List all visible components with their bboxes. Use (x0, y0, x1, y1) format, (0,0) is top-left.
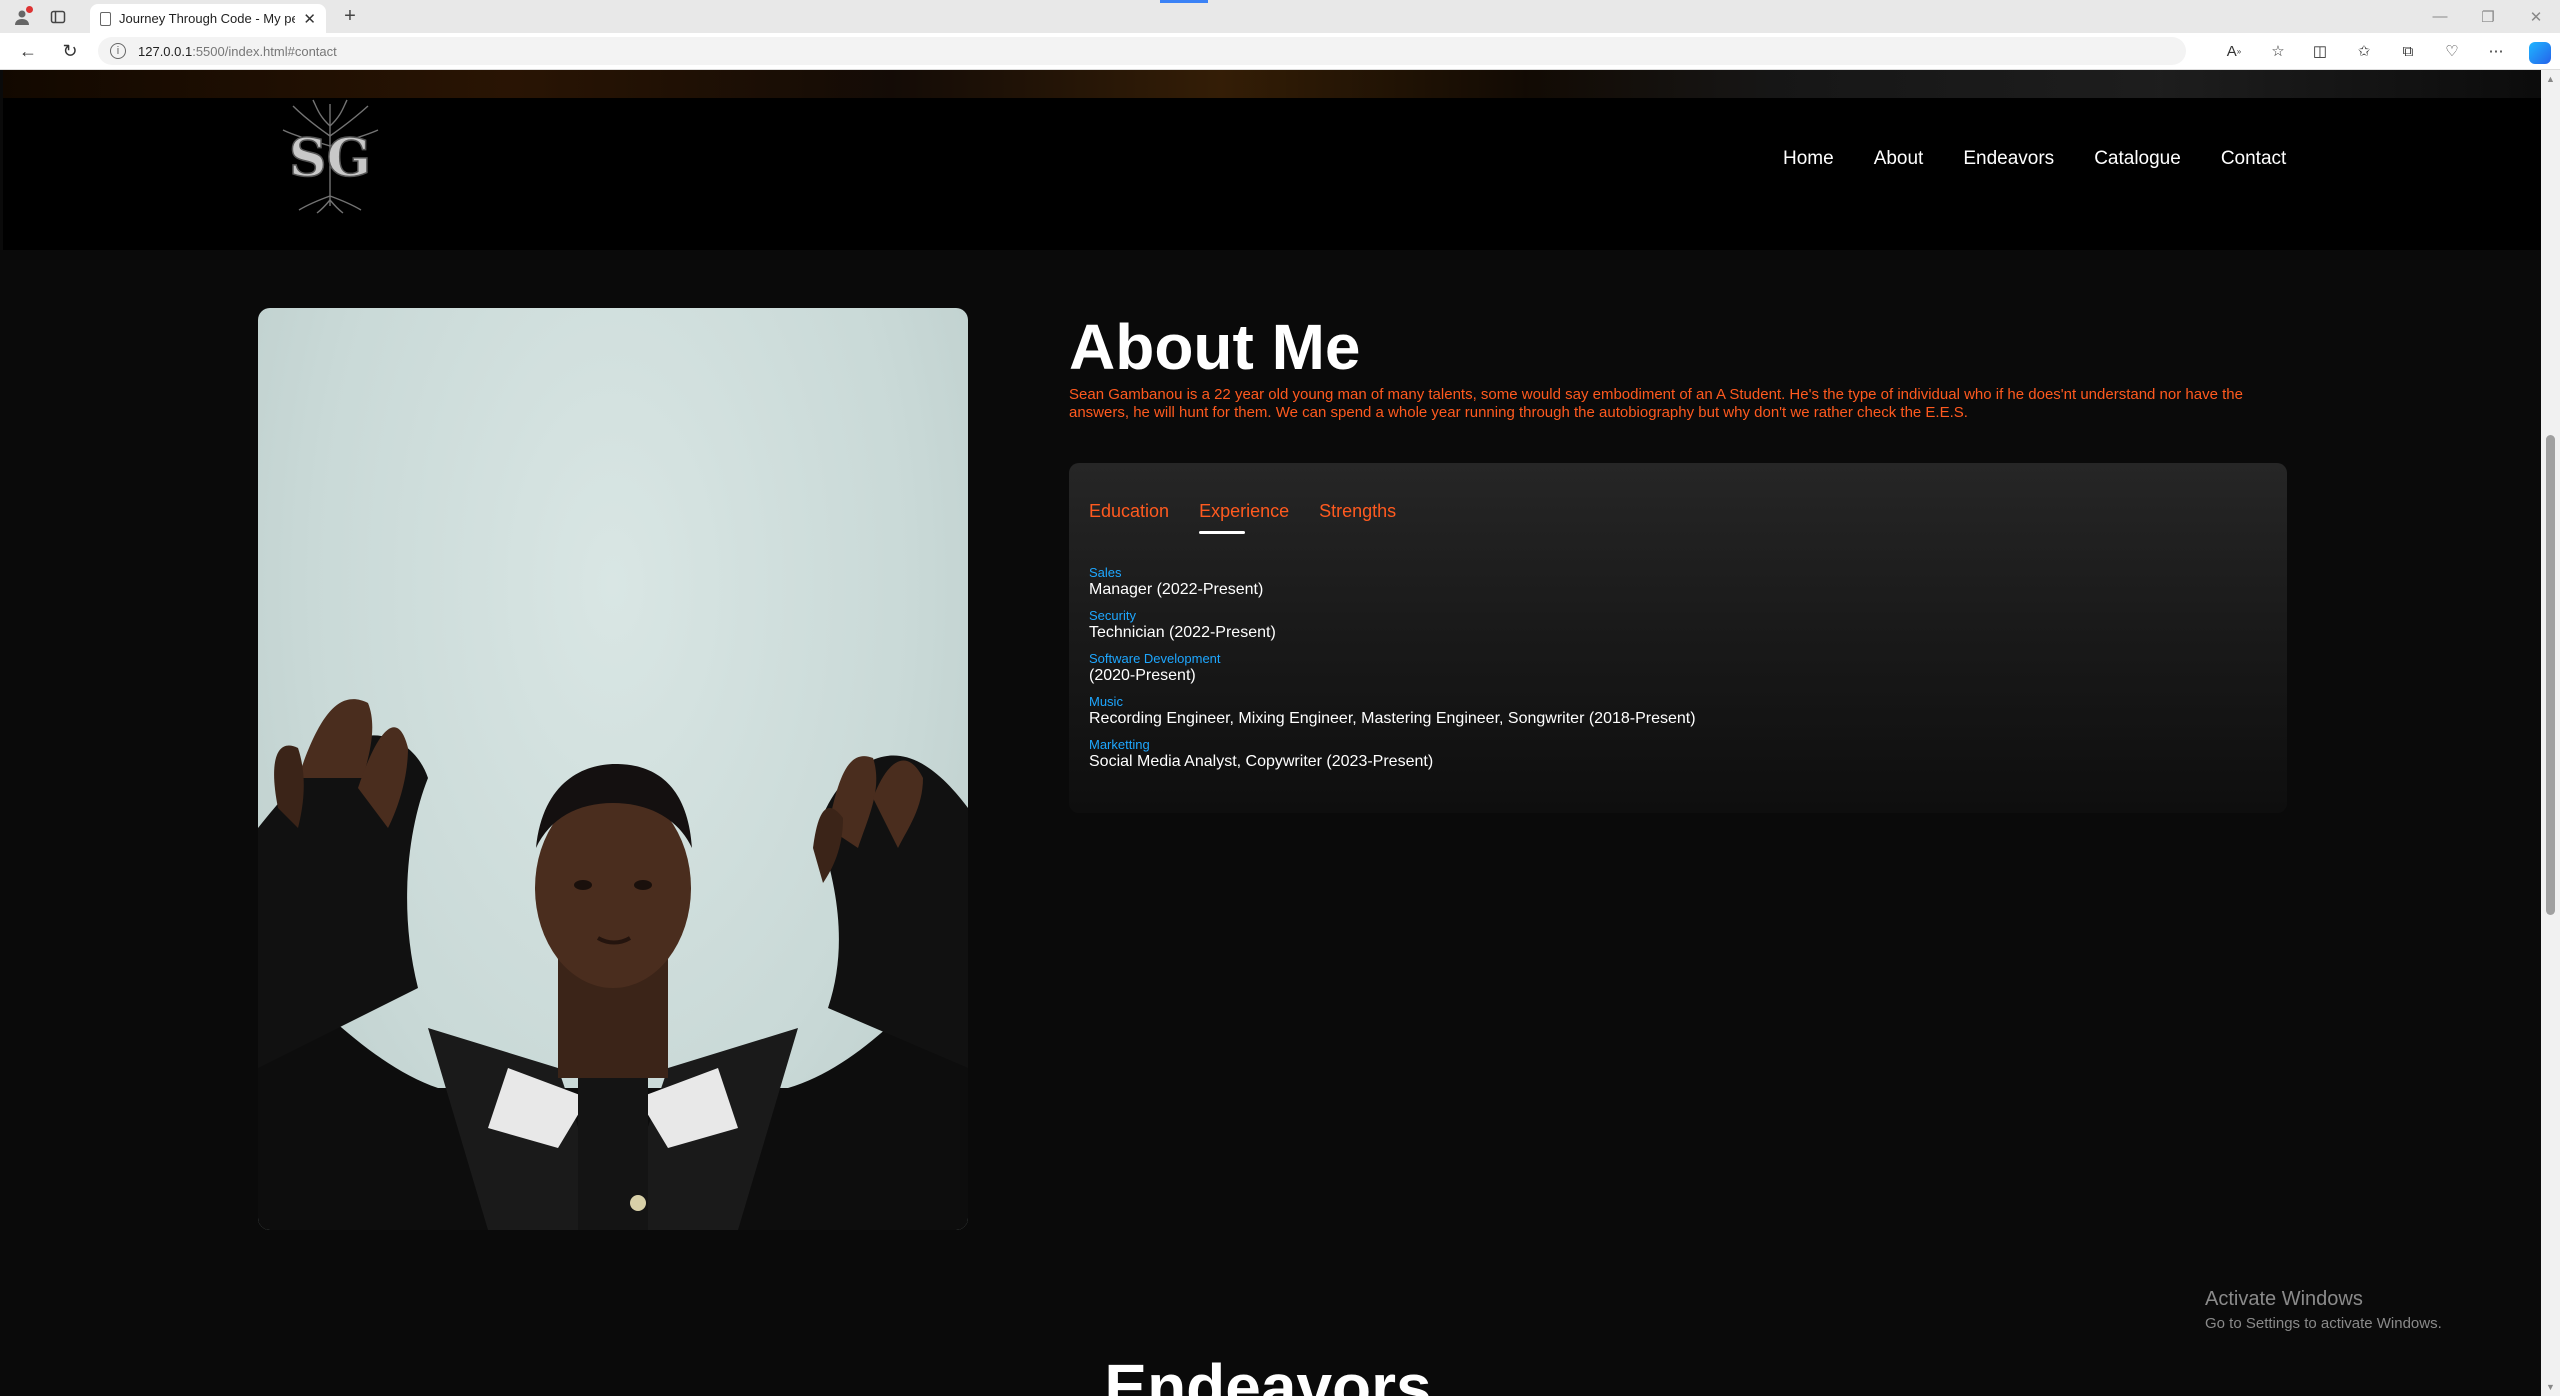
about-tab-links: Education Experience Strengths (1089, 501, 1396, 534)
url-host: 127.0.0.1 (138, 43, 193, 59)
reload-icon[interactable]: ↻ (56, 37, 84, 65)
close-window-icon[interactable]: ✕ (2512, 0, 2560, 33)
about-tabs-card: Education Experience Strengths Sales Man… (1069, 463, 2287, 813)
main-nav: Home About Endeavors Catalogue Contact (1783, 148, 2286, 170)
list-item: Marketting Social Media Analyst, Copywri… (1089, 737, 1696, 771)
scroll-up-arrow-icon[interactable]: ▲ (2546, 74, 2555, 84)
list-item: Sales Manager (2022-Present) (1089, 565, 1696, 599)
experience-detail: Social Media Analyst, Copywriter (2023-P… (1089, 753, 1434, 770)
tab-strengths[interactable]: Strengths (1319, 501, 1396, 534)
browser-essentials-icon[interactable]: ♡ (2440, 37, 2464, 65)
tab-education[interactable]: Education (1089, 501, 1169, 534)
nav-about[interactable]: About (1874, 148, 1924, 170)
experience-category: Sales (1089, 565, 1122, 580)
scroll-down-arrow-icon[interactable]: ▼ (2546, 1382, 2555, 1392)
tab-title: Journey Through Code - My per (119, 11, 296, 26)
favorites-icon[interactable]: ✩ (2352, 37, 2376, 65)
windows-activation-watermark: Activate Windows Go to Settings to activ… (2205, 1288, 2442, 1332)
browser-tab-bar: Journey Through Code - My per ✕ + — ❐ ✕ (0, 0, 2560, 33)
window-controls: — ❐ ✕ (2416, 0, 2560, 33)
browser-tab-active[interactable]: Journey Through Code - My per ✕ (90, 4, 326, 33)
restore-icon[interactable]: ❐ (2464, 0, 2512, 33)
watermark-title: Activate Windows (2205, 1288, 2363, 1310)
experience-detail: Technician (2022-Present) (1089, 624, 1276, 641)
page-viewport: SG Home About Endeavors Catalogue Contac… (3, 70, 2541, 1396)
browser-toolbar: ◫ ✩ ⧉ ♡ ⋯ (2308, 37, 2552, 65)
url-text: 127.0.0.1:5500/index.html#contact (138, 44, 337, 59)
experience-category: Marketting (1089, 737, 1150, 752)
split-screen-icon[interactable]: ◫ (2308, 37, 2332, 65)
nav-catalogue[interactable]: Catalogue (2094, 148, 2181, 170)
tab-drag-indicator (1160, 0, 1208, 3)
collections-icon[interactable]: ⧉ (2396, 37, 2420, 65)
profile-photo (258, 308, 968, 1230)
minimize-icon[interactable]: — (2416, 0, 2464, 33)
nav-home[interactable]: Home (1783, 148, 1834, 170)
profile-icon[interactable] (10, 5, 34, 29)
favorite-star-icon[interactable]: ☆ (2266, 37, 2290, 65)
nav-contact[interactable]: Contact (2221, 148, 2286, 170)
logo-letters: SG (289, 128, 371, 189)
list-item: Music Recording Engineer, Mixing Enginee… (1089, 694, 1696, 728)
experience-detail: Manager (2022-Present) (1089, 581, 1264, 598)
experience-list: Sales Manager (2022-Present) Security Te… (1089, 565, 1696, 780)
experience-detail: (2020-Present) (1089, 667, 1196, 684)
about-description: Sean Gambanou is a 22 year old young man… (1069, 386, 2243, 421)
watermark-subtitle: Go to Settings to activate Windows. (2205, 1315, 2442, 1332)
page-scrollbar[interactable]: ▲ ▼ (2541, 70, 2560, 1396)
more-menu-icon[interactable]: ⋯ (2484, 37, 2508, 65)
scrollbar-thumb[interactable] (2546, 435, 2555, 915)
header-background-image (3, 70, 2541, 98)
list-item: Security Technician (2022-Present) (1089, 608, 1696, 642)
experience-category: Security (1089, 608, 1136, 623)
endeavors-title-text: Endeavors (1104, 1351, 1432, 1396)
experience-category: Software Development (1089, 651, 1221, 666)
read-aloud-icon[interactable]: A» (2222, 37, 2246, 65)
list-item: Software Development (2020-Present) (1089, 651, 1696, 685)
back-icon[interactable]: ← (14, 37, 42, 65)
site-info-icon[interactable]: i (110, 43, 126, 59)
about-title: About Me (1069, 311, 1361, 383)
nav-endeavors[interactable]: Endeavors (1963, 148, 2054, 170)
url-path: :5500/index.html#contact (192, 43, 337, 59)
url-actions: A» ☆ (2222, 37, 2290, 65)
endeavors-heading: Endeavors (3, 1350, 2541, 1396)
page-icon (100, 11, 111, 26)
sg-logo[interactable]: SG (273, 96, 388, 214)
tab-experience[interactable]: Experience (1199, 501, 1289, 534)
browser-address-bar: ← ↻ i 127.0.0.1:5500/index.html#contact … (0, 33, 2560, 70)
site-header: SG Home About Endeavors Catalogue Contac… (3, 70, 2541, 250)
url-field[interactable]: i 127.0.0.1:5500/index.html#contact (98, 37, 2186, 65)
tab-actions-icon[interactable] (46, 5, 70, 29)
copilot-icon[interactable] (2528, 37, 2552, 65)
about-section: About Me Sean Gambanou is a 22 year old … (3, 250, 2541, 1396)
experience-detail: Recording Engineer, Mixing Engineer, Mas… (1089, 710, 1696, 727)
new-tab-icon[interactable]: + (338, 5, 362, 29)
close-tab-icon[interactable]: ✕ (303, 10, 316, 28)
experience-category: Music (1089, 694, 1123, 709)
